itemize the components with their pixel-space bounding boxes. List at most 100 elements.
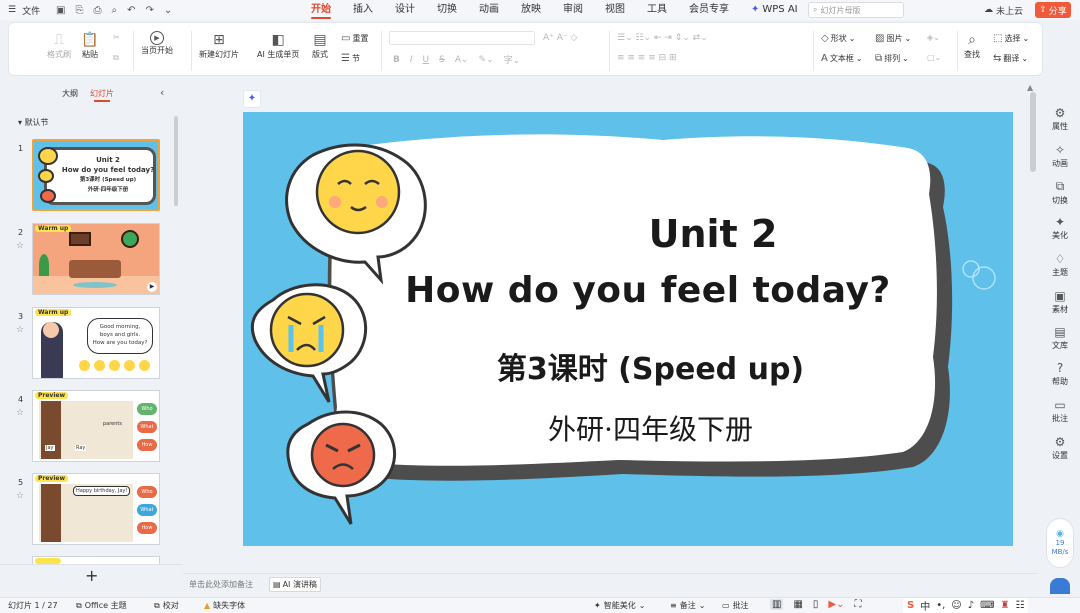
tab-member[interactable]: 会员专享 bbox=[678, 0, 740, 20]
sidebar-item-properties[interactable]: ⚙ 属性 bbox=[1044, 106, 1076, 132]
font-family-select[interactable] bbox=[389, 31, 535, 45]
tab-animation[interactable]: 动画 bbox=[468, 0, 510, 20]
network-speed-widget[interactable]: ◉ 19 MB/s bbox=[1046, 518, 1074, 568]
tab-review[interactable]: 审阅 bbox=[552, 0, 594, 20]
sidebar-item-assets[interactable]: ▣ 素材 bbox=[1044, 289, 1076, 315]
cut-icon[interactable]: ✂ bbox=[113, 33, 120, 42]
share-button[interactable]: ⇪ 分享 bbox=[1035, 2, 1071, 18]
tab-slideshow[interactable]: 放映 bbox=[510, 0, 552, 20]
file-menu[interactable]: ☰ 文件 bbox=[8, 0, 40, 20]
arrange-button[interactable]: ⧉ 排列 ⌄ bbox=[875, 53, 909, 64]
beautify-icon: ✦ bbox=[594, 601, 601, 610]
star-icon[interactable]: ☆ bbox=[16, 408, 24, 418]
notes-placeholder[interactable]: 单击此处添加备注 bbox=[189, 579, 253, 590]
proofread-button[interactable]: ⧉ 校对 bbox=[154, 600, 179, 611]
notes-bar[interactable]: 单击此处添加备注 ▤ AI 演讲稿 bbox=[183, 573, 1038, 597]
section-header[interactable]: ▾ 默认节 bbox=[18, 117, 49, 128]
tab-view[interactable]: 视图 bbox=[594, 0, 636, 20]
export-icon[interactable]: ⎘ bbox=[75, 5, 83, 16]
sidebar-item-library[interactable]: ▤ 文库 bbox=[1044, 325, 1076, 351]
slide-title[interactable]: Unit 2 bbox=[543, 212, 883, 256]
sidebar-item-beautify[interactable]: ✦ 美化 bbox=[1044, 215, 1076, 241]
scroll-up-icon[interactable]: ▲ bbox=[1027, 83, 1033, 92]
redo-icon[interactable]: ↷ bbox=[145, 5, 153, 16]
find-button[interactable]: ⌕ 查找 bbox=[963, 31, 981, 60]
tab-wps-ai[interactable]: ✦ WPS AI bbox=[740, 0, 809, 20]
cloud-status[interactable]: ☁ 未上云 bbox=[984, 0, 1023, 20]
sidebar-item-animation[interactable]: ✧ 动画 bbox=[1044, 143, 1076, 169]
sidebar-item-settings[interactable]: ⚙ 设置 bbox=[1044, 435, 1076, 461]
slide-subtitle[interactable]: How do you feel today? bbox=[383, 270, 913, 311]
tab-outline[interactable]: 大纲 bbox=[62, 88, 78, 99]
star-icon[interactable]: ☆ bbox=[16, 325, 24, 335]
slide-thumbnail-6[interactable] bbox=[32, 556, 160, 564]
slide-thumbnail-2[interactable]: Warm up ▶ bbox=[32, 223, 160, 295]
image-button[interactable]: ▨ 图片 ⌄ bbox=[875, 33, 911, 44]
copy-icon[interactable]: ⧉ bbox=[113, 53, 119, 63]
slide-thumbnail-4[interactable]: Preview parents Jay Ray Who What How bbox=[32, 390, 160, 462]
reading-view-icon[interactable]: ▯ bbox=[813, 599, 819, 610]
sorter-view-icon[interactable]: ▦ bbox=[793, 599, 802, 610]
sidebar-item-help[interactable]: ? 帮助 bbox=[1044, 361, 1076, 387]
translate-button[interactable]: ⇆ 翻译 ⌄ bbox=[993, 53, 1028, 64]
tab-design[interactable]: 设计 bbox=[384, 0, 426, 20]
slideshow-icon[interactable]: ▶⌄ bbox=[828, 599, 844, 610]
ime-toolbar[interactable]: S 中 •, ☺ ♪ ⌨ ♜ ☷ bbox=[903, 598, 1029, 613]
undo-icon[interactable]: ↶ bbox=[127, 5, 135, 16]
slide-thumbnail-1[interactable]: Unit 2 How do you feel today? 第3课时 (Spee… bbox=[32, 139, 160, 211]
tab-insert[interactable]: 插入 bbox=[342, 0, 384, 20]
align-controls[interactable]: ≡ ≡ ≡ ≡ ⊟ ⊞ bbox=[617, 53, 677, 63]
star-icon[interactable]: ☆ bbox=[16, 491, 24, 501]
missing-font-button[interactable]: ▲ 缺失字体 bbox=[204, 600, 245, 611]
smart-beautify-button[interactable]: ✦ 智能美化 ⌄ bbox=[594, 600, 645, 611]
tab-transition[interactable]: 切换 bbox=[426, 0, 468, 20]
tab-slides[interactable]: 幻灯片 bbox=[90, 88, 114, 102]
wps-ai-float-icon[interactable]: ✦ bbox=[243, 90, 261, 108]
search-input[interactable]: ⌕ 幻灯片母版 bbox=[808, 2, 904, 18]
print-icon[interactable]: ⎙ bbox=[93, 5, 101, 16]
slide-thumbnail-5[interactable]: Preview Happy birthday, Jay! Who What Ho… bbox=[32, 473, 160, 545]
list-controls[interactable]: ☰⌄ ☷⌄ ⇤ ⇥ ⇕⌄ ⇄⌄ bbox=[617, 33, 708, 43]
ai-single-page-button[interactable]: ◧ AI 生成单页 bbox=[257, 31, 299, 60]
reset-button[interactable]: ▭ 重置 bbox=[341, 33, 368, 44]
theme-indicator[interactable]: ⧉ Office 主题 bbox=[76, 600, 127, 611]
fill-icon[interactable]: ◈⌄ bbox=[927, 33, 940, 42]
chevron-down-icon[interactable]: ⌄ bbox=[164, 5, 172, 16]
sidebar-item-transition[interactable]: ⧉ 切换 bbox=[1044, 179, 1076, 206]
shape-button[interactable]: ◇ 形状 ⌄ bbox=[821, 33, 855, 44]
slide-thumbnail-3[interactable]: Warm up Good morning, boys and girls. Ho… bbox=[32, 307, 160, 379]
assistant-icon[interactable] bbox=[1050, 578, 1070, 594]
font-style-controls[interactable]: B I U S A⌄ ✎⌄ 字⌄ bbox=[393, 53, 520, 67]
section-button[interactable]: ☰ 节 bbox=[341, 53, 360, 64]
add-slide-button[interactable]: + bbox=[85, 566, 98, 585]
canvas-scrollbar[interactable] bbox=[1030, 92, 1036, 172]
layout-button[interactable]: ▤ 版式 bbox=[311, 31, 329, 60]
collapse-panel-icon[interactable]: ‹ bbox=[160, 86, 164, 99]
ai-script-button[interactable]: ▤ AI 演讲稿 bbox=[269, 577, 321, 592]
notes-toggle[interactable]: ≡ 备注 ⌄ bbox=[670, 600, 705, 611]
sidebar-item-comments[interactable]: ▭ 批注 bbox=[1044, 398, 1076, 424]
paste-button[interactable]: 📋 粘贴 bbox=[81, 31, 99, 60]
tab-tools[interactable]: 工具 bbox=[636, 0, 678, 20]
textbox-button[interactable]: A 文本框 ⌄ bbox=[821, 53, 863, 64]
tab-home[interactable]: 开始 bbox=[300, 0, 342, 20]
outline-icon[interactable]: ▢⌄ bbox=[927, 53, 941, 62]
new-slide-button[interactable]: ⊞ 新建幻灯片 bbox=[199, 31, 239, 60]
sidebar-item-theme[interactable]: ♢ 主题 bbox=[1044, 252, 1076, 278]
comments-toggle[interactable]: ▭ 批注 bbox=[722, 600, 749, 611]
slide-lesson[interactable]: 第3课时 (Speed up) bbox=[443, 344, 858, 388]
play-icon[interactable]: ▶ bbox=[147, 282, 157, 292]
format-painter-button[interactable]: ⎍ 格式刷 bbox=[47, 31, 71, 60]
save-icon[interactable]: ▣ bbox=[56, 5, 65, 16]
start-from-current-button[interactable]: ▶ 当页开始 bbox=[141, 31, 173, 56]
fit-window-icon[interactable]: ⛶ bbox=[855, 599, 862, 610]
slide-book[interactable]: 外研·四年级下册 bbox=[493, 408, 808, 448]
normal-view-icon[interactable]: ▥ bbox=[770, 599, 784, 610]
slide-canvas[interactable]: Unit 2 How do you feel today? 第3课时 (Spee… bbox=[243, 112, 1013, 546]
panel-scrollbar[interactable] bbox=[174, 116, 178, 206]
start-from-current-label: 当页开始 bbox=[141, 46, 173, 55]
preview-icon[interactable]: ⌕ bbox=[111, 5, 117, 16]
select-button[interactable]: ⬚ 选择 ⌄ bbox=[993, 33, 1029, 44]
font-size-controls[interactable]: A⁺ A⁻ ◇ bbox=[543, 33, 577, 43]
star-icon[interactable]: ☆ bbox=[16, 241, 24, 251]
